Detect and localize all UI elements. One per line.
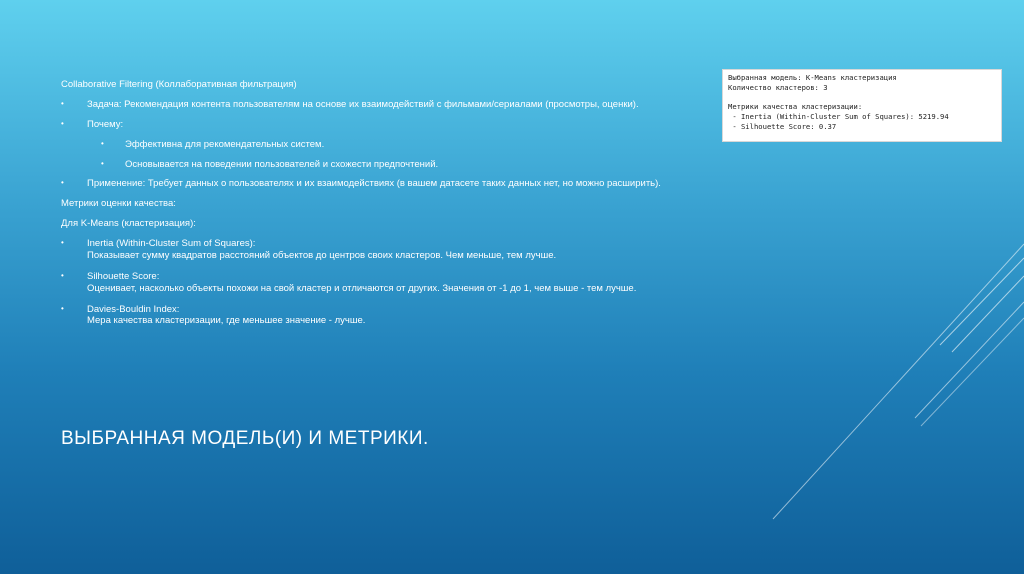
metric-item-silhouette: Silhouette Score: Оценивает, насколько о… — [61, 271, 751, 295]
metric-name: Silhouette Score: — [87, 270, 160, 282]
metric-item-davies-bouldin: Davies-Bouldin Index: Мера качества клас… — [61, 304, 751, 328]
application-item: Применение: Требует данных о пользовател… — [61, 178, 751, 190]
metric-item-inertia: Inertia (Within-Cluster Sum of Squares):… — [61, 238, 751, 262]
output-line: Выбранная модель: K-Means кластеризация — [728, 73, 897, 82]
why-subitem: Эффективна для рекомендательных систем. — [61, 139, 751, 151]
slide-content: Collaborative Filtering (Коллаборативная… — [61, 79, 751, 336]
metric-name: Davies-Bouldin Index: — [87, 303, 180, 315]
slide-title: ВЫБРАННАЯ МОДЕЛЬ(И) И МЕТРИКИ. — [61, 428, 429, 449]
metrics-heading: Метрики оценки качества: — [61, 198, 176, 210]
metric-desc: Мера качества кластеризации, где меньшее… — [87, 315, 366, 327]
why-item: Почему: — [61, 119, 751, 131]
metric-desc: Оценивает, насколько объекты похожи на с… — [87, 282, 637, 294]
output-line: Количество кластеров: 3 — [728, 82, 828, 92]
output-line: - Silhouette Score: 0.37 — [728, 121, 837, 131]
metric-desc: Показывает сумму квадратов расстояний об… — [87, 249, 557, 261]
output-line: - Inertia (Within-Cluster Sum of Squares… — [728, 111, 949, 121]
kmeans-heading: Для K-Means (кластеризация): — [61, 218, 196, 230]
code-output-screenshot: Выбранная модель: K-Means кластеризация … — [722, 69, 1002, 142]
output-line: Метрики качества кластеризации: — [728, 102, 863, 112]
task-item: Задача: Рекомендация контента пользовате… — [61, 99, 751, 111]
cf-heading: Collaborative Filtering (Коллаборативная… — [61, 79, 297, 90]
why-subitem: Основывается на поведении пользователей … — [61, 159, 751, 171]
slide: Collaborative Filtering (Коллаборативная… — [0, 0, 1024, 574]
metric-name: Inertia (Within-Cluster Sum of Squares): — [87, 238, 256, 249]
